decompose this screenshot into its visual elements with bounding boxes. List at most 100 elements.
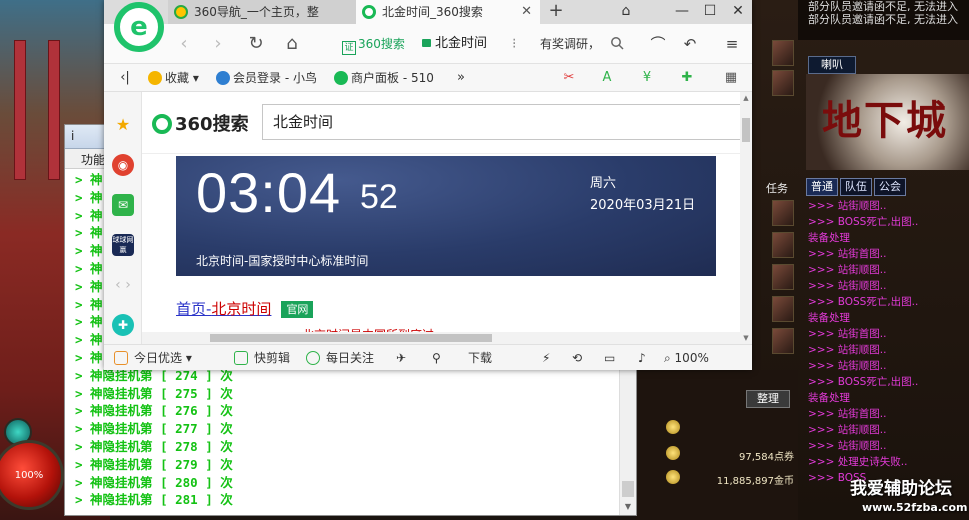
more-favorites-icon[interactable]: »: [452, 70, 470, 86]
plus-circle-icon[interactable]: ✚: [112, 314, 134, 336]
address-more-icon[interactable]: ⁝: [512, 34, 516, 54]
chat-line: >>> BOSS死亡,出图..: [808, 296, 919, 308]
console-line: > 神隐挂机第 [ 276 ] 次: [75, 403, 233, 419]
clock-caption: 北京时间-国家授时中心标准时间: [196, 254, 369, 268]
close-tab-icon[interactable]: ✕: [521, 0, 532, 24]
console-line: > 神隐挂机第 [ 275 ] 次: [75, 385, 233, 401]
weibo-icon[interactable]: ◉: [112, 154, 134, 176]
chat-line: >>> 站街顺图..: [808, 280, 887, 292]
scroll-thumb[interactable]: [742, 118, 750, 142]
star-icon[interactable]: ★: [112, 114, 134, 136]
chat-tabs: 普通 队伍 公会: [806, 178, 969, 196]
headset-icon[interactable]: ⌒: [648, 34, 668, 54]
quest-label[interactable]: 任务: [766, 180, 788, 196]
restore-icon[interactable]: ⟲: [572, 350, 582, 366]
skill-slot[interactable]: [772, 200, 794, 226]
favorites-menu[interactable]: 收藏 ▾: [148, 70, 199, 86]
console-line: > 神隐挂机第 [ 278 ] 次: [75, 438, 233, 454]
daily-follow[interactable]: 每日关注: [306, 350, 374, 366]
back-icon[interactable]: ‹: [172, 32, 196, 56]
result-link[interactable]: 首页-北京时间: [176, 300, 271, 318]
so-logo[interactable]: 360搜索: [152, 110, 249, 136]
accelerate-icon[interactable]: ⚡: [542, 350, 550, 366]
page-vertical-scrollbar[interactable]: ▲ ▼: [740, 92, 752, 344]
zoom-control[interactable]: ⌕ 100%: [664, 350, 709, 366]
chat-line: >>> 站街顺图..: [808, 344, 887, 356]
fav-label: 商户面板 - 510: [351, 71, 434, 85]
skill-slot[interactable]: [772, 296, 794, 322]
close-window-icon[interactable]: ✕: [724, 0, 752, 24]
fav-merchant-panel[interactable]: 商户面板 - 510: [334, 70, 434, 86]
gift-icon: [114, 351, 128, 365]
clip-icon: [234, 351, 248, 365]
search-icon[interactable]: [610, 36, 624, 50]
scroll-thumb[interactable]: [210, 334, 492, 342]
official-badge: 官网: [281, 301, 314, 318]
status-bar: 今日优选 ▾ 快剪辑 每日关注 ✈ ⚲ 下载 ⚡ ⟲ ▭ ♪ ⌕ 100%: [104, 344, 752, 370]
search-input[interactable]: 北金时间: [262, 104, 740, 140]
tab-360-nav[interactable]: 360导航_一个主页，整: [168, 0, 356, 24]
ball-game-icon[interactable]: 球球网赢: [112, 234, 134, 256]
browser-window: 360导航_一个主页，整 北金时间_360搜索 ✕ + ⌂ — ☐ ✕ e ‹ …: [104, 0, 752, 370]
skill-slot[interactable]: [772, 328, 794, 354]
scroll-thumb[interactable]: [622, 481, 634, 497]
collapse-sidebar-icon[interactable]: ‹ ›: [112, 274, 134, 296]
maximize-icon[interactable]: ☐: [696, 0, 724, 24]
chat-tab-normal[interactable]: 普通: [806, 178, 838, 196]
mail-icon[interactable]: ✉: [112, 194, 134, 216]
tidy-button[interactable]: 整理: [746, 390, 790, 408]
panel-icon: [334, 71, 348, 85]
wallet-icon[interactable]: ¥: [638, 70, 656, 86]
console-line: > 神隐挂机第 [ 280 ] 次: [75, 474, 233, 490]
chat-line: >>> 处理史诗失败..: [808, 456, 908, 468]
survey-link[interactable]: 有奖调研，: [540, 34, 600, 54]
skill-slot[interactable]: [772, 40, 794, 66]
gamepad-icon[interactable]: ✚: [678, 70, 696, 86]
scissors-icon[interactable]: ✂: [560, 70, 578, 86]
window-icon[interactable]: ▭: [604, 350, 615, 366]
apps-grid-icon[interactable]: ▦: [722, 70, 740, 86]
hp-percent: 100%: [14, 469, 44, 481]
scroll-down-icon[interactable]: ▼: [620, 499, 636, 515]
chat-tab-party[interactable]: 队伍: [840, 178, 872, 196]
chat-line: 装备处理: [808, 232, 850, 244]
undo-icon[interactable]: ↶: [680, 34, 700, 54]
today-picks[interactable]: 今日优选 ▾: [114, 350, 192, 366]
chat-line: >>> BOSS死亡,出图..: [808, 376, 919, 388]
tab-search[interactable]: 北金时间_360搜索 ✕: [356, 0, 540, 24]
status-label: 今日优选: [134, 351, 183, 365]
speaker-tab[interactable]: 喇叭: [808, 56, 856, 74]
clock-seconds: 52: [360, 178, 398, 216]
scroll-up-icon[interactable]: ▲: [740, 92, 752, 104]
scene-pillar: [14, 40, 26, 180]
menu-icon[interactable]: ≡: [722, 34, 742, 54]
skill-slot[interactable]: [772, 70, 794, 96]
scroll-down-icon[interactable]: ▼: [740, 332, 752, 344]
tab-label: 北金时间_360搜索: [382, 5, 483, 19]
refresh-icon[interactable]: ↻: [244, 32, 268, 56]
zoom-level: 100%: [674, 351, 709, 365]
new-tab-button[interactable]: +: [544, 0, 568, 24]
address-search-badge[interactable]: 证 360搜索: [342, 34, 405, 55]
browser-logo-icon[interactable]: e: [114, 2, 164, 52]
skill-slot[interactable]: [772, 264, 794, 290]
translate-icon[interactable]: A: [598, 70, 616, 86]
search-header: 360搜索 北金时间: [142, 92, 740, 154]
collapse-icon[interactable]: ‹|: [116, 70, 134, 86]
clock-weekday: 周六: [590, 176, 617, 191]
forward-icon[interactable]: ›: [206, 32, 230, 56]
fav-member-login[interactable]: 会员登录 - 小鸟: [216, 70, 317, 86]
chat-tab-guild[interactable]: 公会: [874, 178, 906, 196]
home-icon[interactable]: ⌂: [280, 32, 304, 56]
chat-line: >>> 站街首图..: [808, 408, 887, 420]
shirt-skin-icon[interactable]: ⌂: [612, 0, 640, 24]
minimize-icon[interactable]: —: [668, 0, 696, 24]
page-horizontal-scrollbar[interactable]: [142, 332, 740, 344]
address-field[interactable]: 北金时间: [422, 34, 487, 54]
volume-icon[interactable]: ♪: [638, 350, 646, 366]
rocket-icon[interactable]: ✈: [396, 350, 406, 366]
download[interactable]: 下载: [468, 350, 492, 366]
quick-clip[interactable]: 快剪辑: [234, 350, 290, 366]
skill-slot[interactable]: [772, 232, 794, 258]
pin-icon[interactable]: ⚲: [432, 350, 441, 366]
